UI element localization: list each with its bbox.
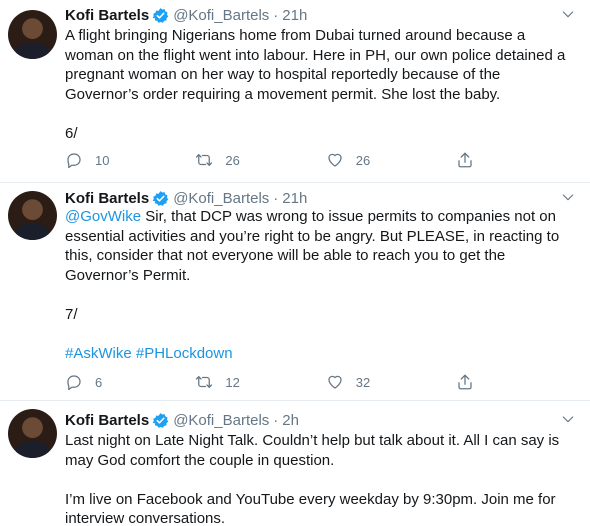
tweet-line: Last night on Late Night Talk. Couldn’t … (65, 432, 560, 449)
heart-icon (328, 375, 342, 389)
tweet-text: A flight bringing Nigerians home from Du… (65, 26, 581, 143)
author-handle[interactable]: @Kofi_Bartels (173, 190, 269, 207)
share-icon (458, 374, 472, 390)
avatar[interactable] (8, 191, 57, 240)
like-count: 26 (355, 152, 371, 168)
verified-icon (152, 7, 169, 23)
like-button[interactable]: 26 (326, 150, 456, 170)
retweet-icon (196, 154, 213, 166)
tweet-line: essential activities and you’re right to… (65, 227, 560, 245)
tweet-header: Kofi Bartels @Kofi_Bartels · 2h (65, 409, 299, 431)
reply-button[interactable]: 10 (65, 150, 195, 170)
thread-number: 7/ (65, 305, 78, 323)
share-icon (458, 152, 472, 168)
reply-icon (67, 375, 81, 391)
chevron-down-icon[interactable] (560, 411, 576, 427)
tweet-timestamp[interactable]: 21h (282, 190, 307, 207)
tweet-line: I’m live on Facebook and YouTube every w… (65, 490, 556, 508)
tweet-header: Kofi Bartels @Kofi_Bartels · 21h (65, 187, 307, 209)
tweet-actions: 10 26 26 (65, 150, 495, 170)
tweet-actions: 6 12 32 (65, 372, 495, 392)
tweet-line: Governor’s order requiring a movement pe… (65, 85, 501, 103)
author-handle[interactable]: @Kofi_Bartels (173, 7, 269, 24)
separator-dot: · (273, 189, 279, 207)
chevron-down-icon[interactable] (560, 6, 576, 22)
retweet-button[interactable]: 26 (195, 150, 325, 170)
like-count: 32 (355, 374, 371, 390)
tweet-line: @GovWike Sir, that DCP was wrong to issu… (65, 207, 581, 227)
tweet-timestamp[interactable]: 2h (282, 412, 299, 429)
tweet-timestamp[interactable]: 21h (282, 7, 307, 24)
verified-icon (152, 412, 169, 428)
tweet[interactable]: Kofi Bartels @Kofi_Bartels · 21h @GovWik… (0, 183, 590, 400)
separator-dot: · (273, 6, 279, 24)
mention-link[interactable]: @GovWike (65, 208, 141, 225)
tweet-line: this, consider that not everyone will be… (65, 247, 506, 264)
tweet-header: Kofi Bartels @Kofi_Bartels · 21h (65, 4, 307, 26)
tweet-line: interview conversations. (65, 510, 226, 526)
tweet[interactable]: Kofi Bartels @Kofi_Bartels · 2h Last nig… (0, 401, 590, 526)
tweet[interactable]: Kofi Bartels @Kofi_Bartels · 21h A fligh… (0, 0, 590, 182)
share-button[interactable] (456, 372, 495, 392)
author-name[interactable]: Kofi Bartels (65, 190, 149, 207)
author-name[interactable]: Kofi Bartels (65, 7, 149, 24)
tweet-line: Governor’s Permit. (65, 266, 191, 284)
avatar[interactable] (8, 409, 57, 458)
chevron-down-icon[interactable] (560, 189, 576, 205)
avatar[interactable] (8, 10, 57, 59)
reply-icon (67, 153, 81, 169)
author-name[interactable]: Kofi Bartels (65, 412, 149, 429)
retweet-button[interactable]: 12 (195, 372, 325, 392)
like-button[interactable]: 32 (326, 372, 456, 392)
tweet-line: pregnant woman on her way to hospital re… (65, 66, 501, 83)
retweet-icon (196, 376, 213, 388)
tweet-text: @GovWike Sir, that DCP was wrong to issu… (65, 207, 581, 363)
tweet-line: A flight bringing Nigerians home from Du… (65, 27, 526, 44)
tweet-line: may God comfort the couple in question. (65, 451, 335, 469)
tweet-line-text: Sir, that DCP was wrong to issue permits… (141, 208, 556, 225)
reply-button[interactable]: 6 (65, 372, 195, 392)
retweet-count: 12 (225, 374, 240, 390)
retweet-count: 26 (225, 152, 240, 168)
hashtag-links[interactable]: #AskWike #PHLockdown (65, 344, 581, 364)
tweet-text: Last night on Late Night Talk. Couldn’t … (65, 431, 581, 526)
tweet-line: woman on the flight went into labour. He… (65, 46, 566, 64)
heart-icon (328, 153, 342, 167)
separator-dot: · (273, 411, 279, 429)
verified-icon (152, 190, 169, 206)
thread-number: 6/ (65, 124, 78, 142)
author-handle[interactable]: @Kofi_Bartels (173, 412, 269, 429)
reply-count: 6 (95, 374, 103, 390)
reply-count: 10 (95, 152, 110, 168)
share-button[interactable] (456, 150, 495, 170)
